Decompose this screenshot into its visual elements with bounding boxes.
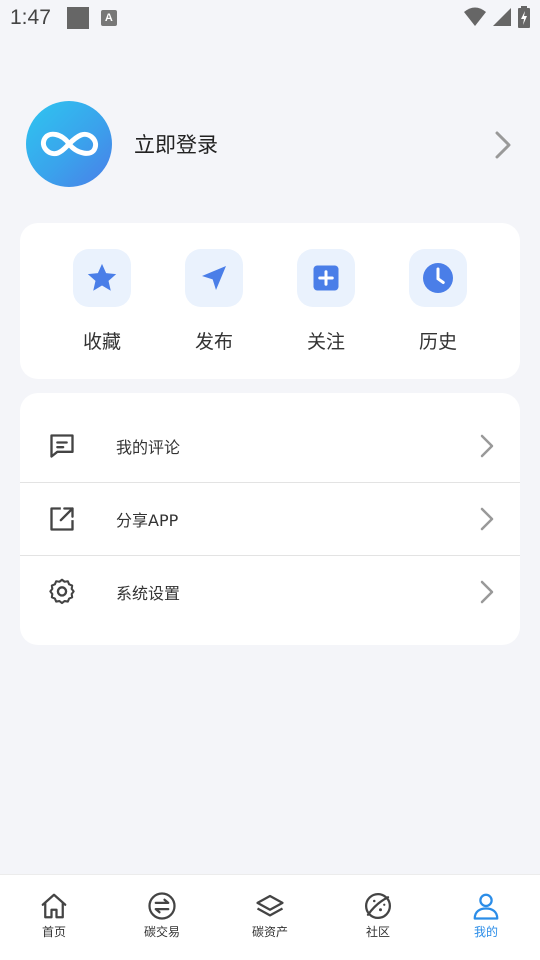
signal-icon <box>493 8 511 26</box>
share-icon <box>50 506 74 531</box>
tab-community[interactable]: 社区 <box>338 891 418 940</box>
plus-square-icon <box>313 265 339 291</box>
tab-label: 碳交易 <box>143 925 180 939</box>
bottom-tab-bar: 首页 碳交易 碳资产 社区 我的 <box>0 874 540 960</box>
menu-item-label: 分享APP <box>116 510 179 530</box>
layers-icon <box>256 894 284 917</box>
quick-actions-card: 收藏 发布 关注 历史 <box>20 223 520 379</box>
app-logo <box>26 101 112 187</box>
tab-carbon-assets[interactable]: 碳资产 <box>230 891 310 940</box>
clock-icon <box>423 263 453 293</box>
quick-label: 收藏 <box>82 331 121 353</box>
quick-label: 关注 <box>306 331 345 353</box>
tab-carbon-trade[interactable]: 碳交易 <box>122 891 202 940</box>
chevron-right-icon <box>480 507 494 530</box>
quick-icon-bg <box>297 249 355 307</box>
menu-item-label: 我的评论 <box>116 437 181 457</box>
quick-action-follow[interactable]: 关注 <box>286 249 366 354</box>
menu-card: 我的评论 分享APP 系统设置 <box>20 393 520 645</box>
status-bar: 1:47 A <box>0 0 540 36</box>
tab-mine[interactable]: 我的 <box>446 891 526 940</box>
quick-action-publish[interactable]: 发布 <box>174 249 254 354</box>
menu-item-share[interactable]: 分享APP <box>20 482 520 555</box>
comment-icon <box>50 433 74 458</box>
quick-action-history[interactable]: 历史 <box>398 249 478 354</box>
quick-action-favorites[interactable]: 收藏 <box>62 249 142 354</box>
star-icon <box>87 263 117 291</box>
chevron-right-icon <box>495 131 511 159</box>
battery-icon <box>518 6 530 28</box>
quick-icon-bg <box>409 249 467 307</box>
login-label: 立即登录 <box>134 133 218 157</box>
quick-icon-bg <box>73 249 131 307</box>
infinity-logo-icon <box>40 131 99 157</box>
tab-label: 我的 <box>473 925 498 939</box>
wifi-icon <box>464 7 486 26</box>
notification-square-icon <box>66 7 89 29</box>
home-icon <box>41 893 67 919</box>
quick-icon-bg <box>185 249 243 307</box>
quick-label: 发布 <box>194 331 233 353</box>
notification-a-icon: A <box>100 10 117 26</box>
menu-item-label: 系统设置 <box>116 583 181 603</box>
exchange-icon <box>148 892 176 920</box>
chevron-right-icon <box>480 434 494 457</box>
gear-icon <box>49 578 75 604</box>
tab-label: 碳资产 <box>251 925 288 939</box>
status-icons <box>464 6 530 28</box>
tab-label: 社区 <box>365 925 390 939</box>
tab-home[interactable]: 首页 <box>14 891 94 940</box>
quick-label: 历史 <box>418 331 457 353</box>
send-icon <box>202 266 226 290</box>
menu-item-comments[interactable]: 我的评论 <box>20 409 520 482</box>
tab-label: 首页 <box>41 925 66 939</box>
user-icon <box>473 893 499 920</box>
menu-item-settings[interactable]: 系统设置 <box>20 555 520 628</box>
chevron-right-icon <box>480 580 494 603</box>
planet-icon <box>365 893 391 919</box>
status-time: 1:47 <box>10 6 51 29</box>
login-row[interactable]: 立即登录 <box>26 101 516 187</box>
